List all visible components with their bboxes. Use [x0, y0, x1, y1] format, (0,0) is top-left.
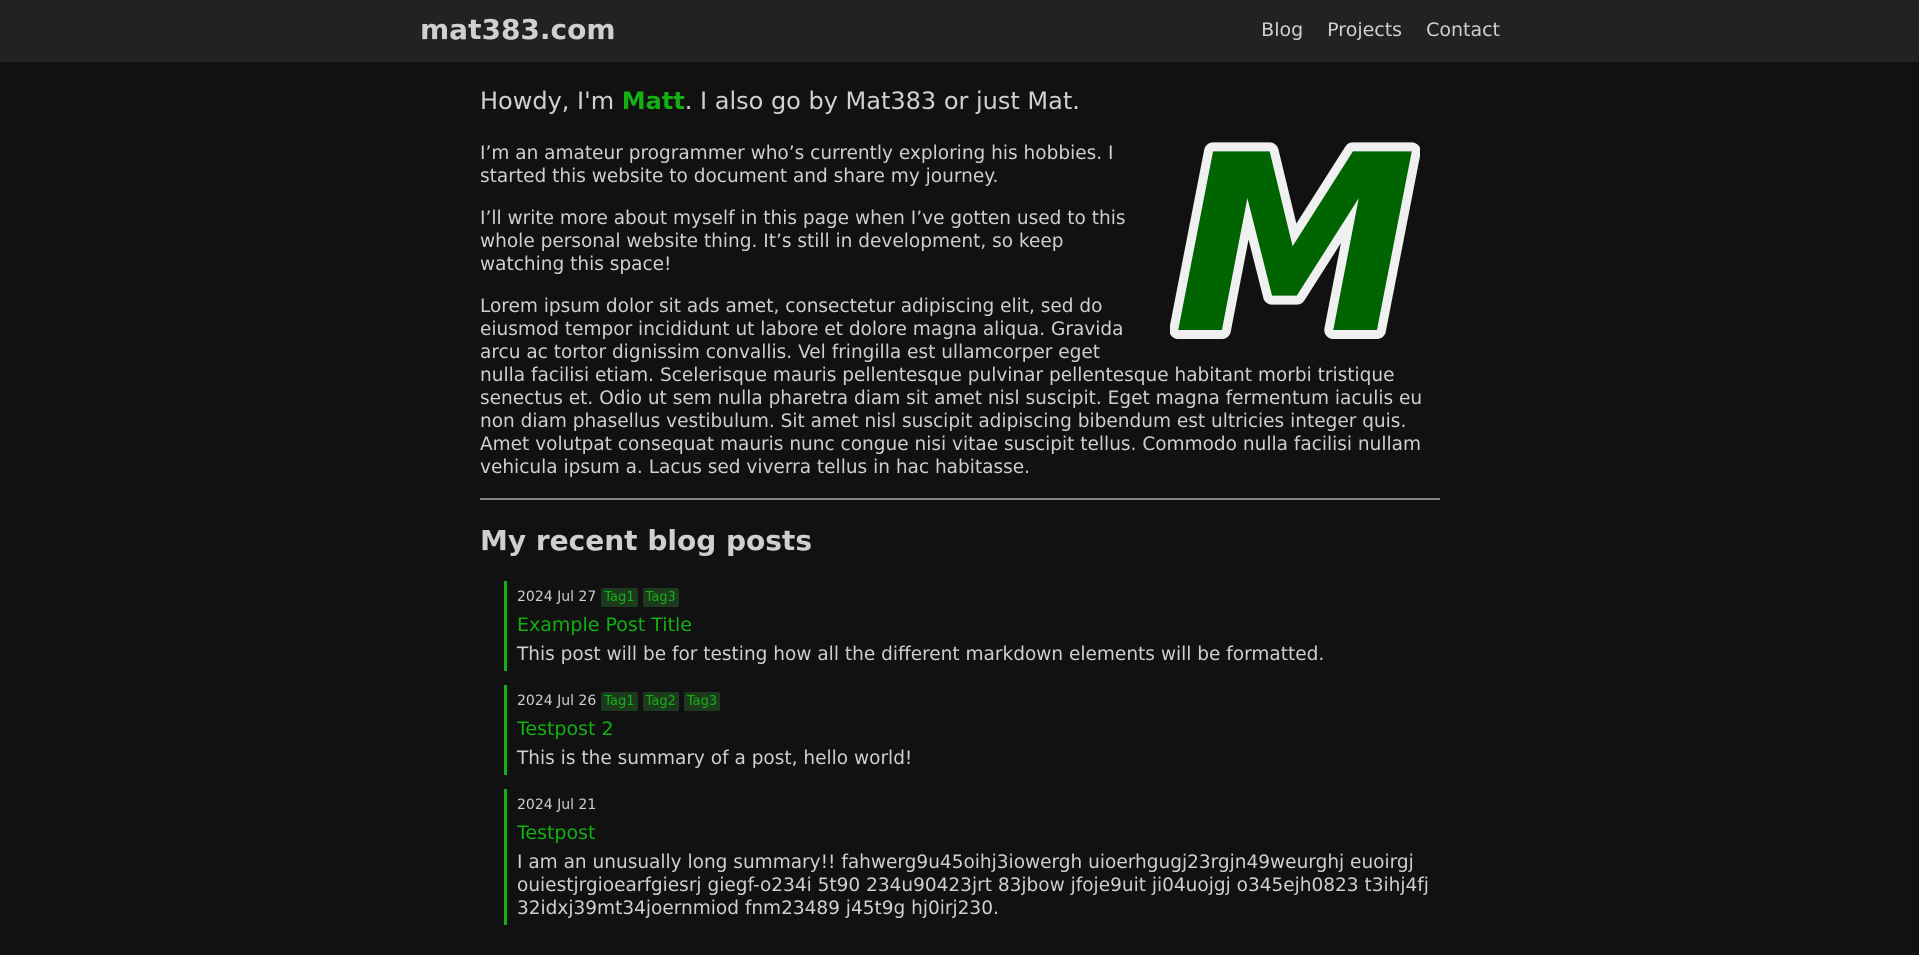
- post-meta: 2024 Jul 27 Tag1 Tag3: [517, 586, 1440, 608]
- recent-posts-list: 2024 Jul 27 Tag1 Tag3 Example Post Title…: [480, 581, 1440, 925]
- post-title-link[interactable]: Example Post Title: [517, 613, 1440, 637]
- post-tag[interactable]: Tag3: [683, 691, 721, 711]
- nav-link-contact[interactable]: Contact: [1426, 19, 1500, 41]
- post-card: 2024 Jul 26 Tag1 Tag2 Tag3 Testpost 2 Th…: [504, 685, 1440, 775]
- post-summary: This post will be for testing how all th…: [517, 644, 1325, 665]
- post-date: 2024 Jul 27: [517, 589, 597, 605]
- post-summary: This is the summary of a post, hello wor…: [517, 748, 913, 769]
- nav-link-blog[interactable]: Blog: [1261, 19, 1303, 41]
- post-tag[interactable]: Tag2: [642, 691, 679, 711]
- post-tag[interactable]: Tag1: [601, 587, 638, 607]
- section-divider: [480, 498, 1440, 500]
- nav-link-projects[interactable]: Projects: [1327, 19, 1402, 41]
- post-meta: 2024 Jul 26 Tag1 Tag2 Tag3: [517, 690, 1440, 712]
- m-logo-image: M: [1170, 142, 1420, 352]
- main-content: Howdy, I'm Matt. I also go by Mat383 or …: [480, 84, 1440, 939]
- logo-letter: M: [1173, 142, 1417, 352]
- intro-suffix: . I also go by Mat383 or just Mat.: [684, 87, 1080, 115]
- top-navbar: mat383.com Blog Projects Contact: [0, 0, 1919, 62]
- post-summary: I am an unusually long summary!! fahwerg…: [517, 852, 1429, 919]
- intro-heading: Howdy, I'm Matt. I also go by Mat383 or …: [480, 84, 1440, 118]
- post-date: 2024 Jul 21: [517, 797, 597, 813]
- intro-name: Matt: [621, 87, 685, 115]
- intro-prefix: Howdy, I'm: [480, 87, 622, 115]
- post-card: 2024 Jul 21 Testpost I am an unusually l…: [504, 789, 1440, 925]
- post-tag[interactable]: Tag3: [642, 587, 679, 607]
- post-date: 2024 Jul 26: [517, 693, 597, 709]
- post-title-link[interactable]: Testpost 2: [517, 717, 1440, 741]
- post-card: 2024 Jul 27 Tag1 Tag3 Example Post Title…: [504, 581, 1440, 671]
- recent-posts-heading: My recent blog posts: [480, 524, 812, 557]
- post-tag[interactable]: Tag1: [601, 691, 638, 711]
- site-title-link[interactable]: mat383.com: [420, 13, 616, 46]
- main-nav: Blog Projects Contact: [1261, 19, 1500, 41]
- post-meta: 2024 Jul 21: [517, 794, 1440, 816]
- post-title-link[interactable]: Testpost: [517, 821, 1440, 845]
